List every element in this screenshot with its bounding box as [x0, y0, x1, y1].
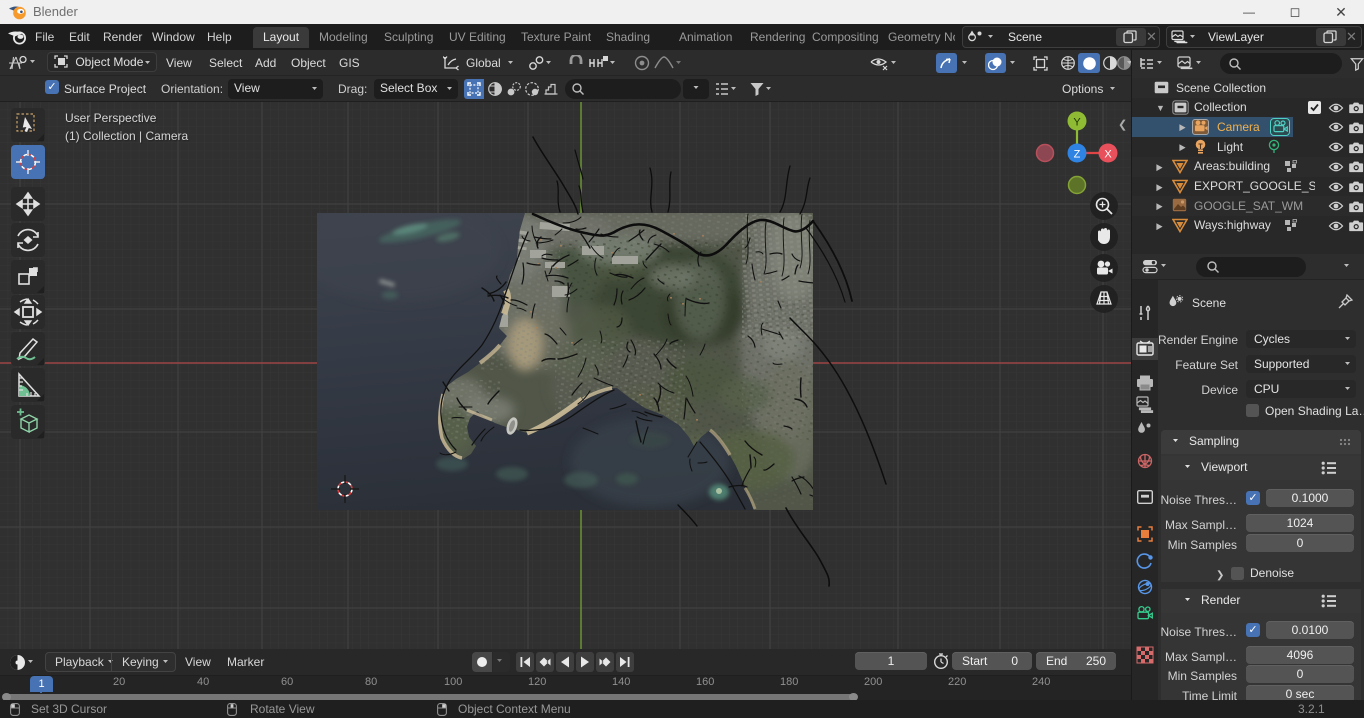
svg-text:X: X	[1104, 149, 1112, 161]
svg-text:Z: Z	[1074, 149, 1081, 161]
svg-text:Y: Y	[1073, 117, 1081, 129]
